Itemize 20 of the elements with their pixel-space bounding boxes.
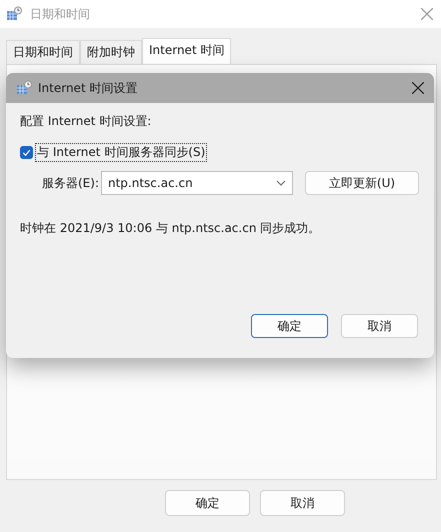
- calendar-clock-icon: [6, 6, 22, 22]
- status-message: 时钟在 2021/9/3 10:06 与 ntp.ntsc.ac.cn 同步成功。: [20, 220, 322, 237]
- field-label: 服务器(E):: [42, 174, 100, 192]
- window-title: 日期和时间: [30, 6, 91, 22]
- dialog-button[interactable]: 取消: [260, 490, 345, 516]
- dialog-title: Internet 时间设置: [38, 80, 138, 96]
- checkbox-label[interactable]: 与 Internet 时间服务器同步(S): [36, 144, 206, 161]
- calendar-clock-icon: [16, 80, 32, 96]
- checkbox[interactable]: [20, 146, 33, 159]
- dialog-button[interactable]: 确定: [251, 314, 328, 338]
- dialog-button[interactable]: 取消: [341, 314, 418, 338]
- dropdown-caret-icon[interactable]: [276, 180, 286, 186]
- section-heading: 配置 Internet 时间设置:: [20, 113, 152, 130]
- dialog-button[interactable]: 确定: [165, 490, 250, 516]
- close-icon[interactable]: [412, 82, 424, 94]
- tab[interactable]: Internet 时间: [142, 38, 232, 64]
- tab[interactable]: 日期和时间: [6, 40, 80, 64]
- tab[interactable]: 附加时钟: [80, 40, 142, 64]
- update-now-button[interactable]: 立即更新(U): [305, 171, 419, 195]
- server-combobox[interactable]: ntp.ntsc.ac.cn: [101, 171, 293, 195]
